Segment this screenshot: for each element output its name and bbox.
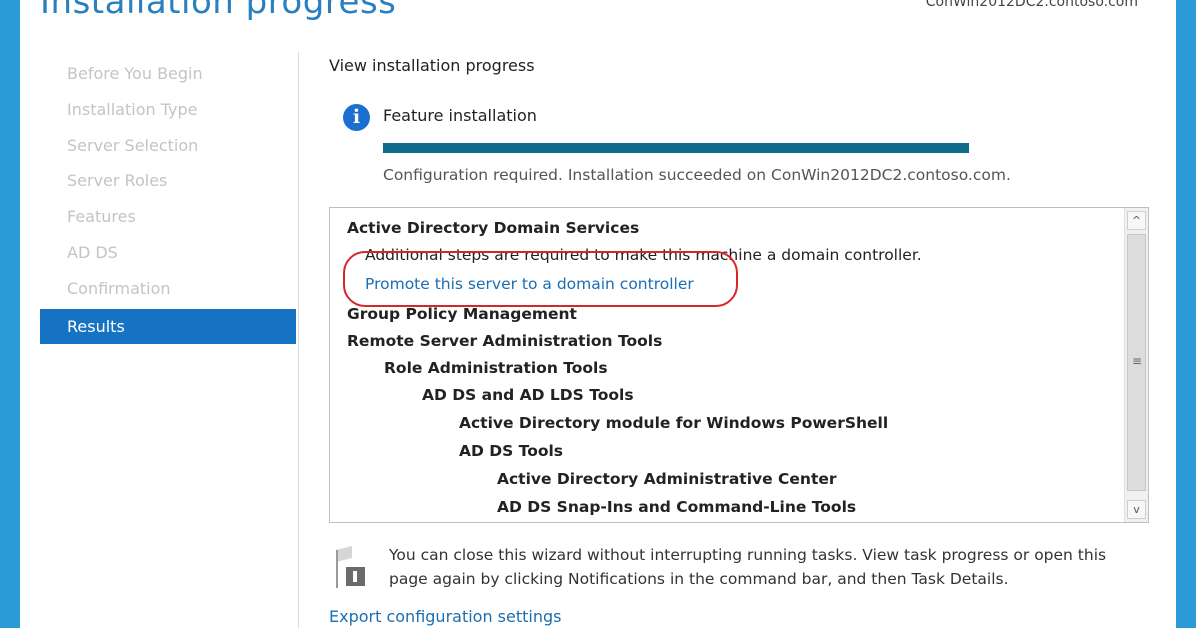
nav-item-installation-type: Installation Type [67, 99, 198, 119]
result-item-ad-ds: Active Directory Domain Services [347, 219, 640, 237]
promote-domain-controller-link[interactable]: Promote this server to a domain controll… [347, 268, 1118, 301]
nav-item-before-you-begin: Before You Begin [67, 64, 203, 83]
export-configuration-link[interactable]: Export configuration settings [329, 607, 561, 626]
nav-item-confirmation: Confirmation [67, 278, 171, 298]
installation-status: Configuration required. Installation suc… [383, 166, 1011, 184]
result-message: Additional steps are required to make th… [365, 246, 922, 264]
result-item-ad-admin-center: Active Directory Administrative Center [497, 470, 837, 488]
results-list: Active Directory Domain Services Additio… [347, 214, 1118, 521]
feature-installation-title: Feature installation [383, 106, 537, 125]
progress-fill [383, 143, 969, 153]
page-title: Installation progress [40, 0, 397, 22]
nav-item-server-selection: Server Selection [67, 135, 199, 155]
wizard-close-note: You can close this wizard without interr… [389, 546, 1107, 588]
nav-item-features: Features [67, 207, 136, 227]
nav-item-results[interactable]: Results [40, 308, 296, 344]
grip-icon: ≡ [1132, 354, 1143, 368]
result-item-ad-ds-tools: AD DS Tools [459, 442, 564, 460]
result-item-rsat: Remote Server Administration Tools [347, 332, 663, 350]
flag-icon [332, 546, 372, 588]
window-frame-left [0, 0, 20, 628]
info-icon: i [343, 104, 370, 131]
window-frame-right [1176, 0, 1196, 628]
result-item-group-policy: Group Policy Management [347, 305, 577, 323]
nav-divider [298, 52, 299, 628]
result-item-ad-ds-lds-tools: AD DS and AD LDS Tools [422, 386, 634, 404]
result-item-role-admin-tools: Role Administration Tools [384, 359, 608, 377]
result-item-snap-ins: AD DS Snap-Ins and Command-Line Tools [497, 498, 857, 516]
scroll-up-arrow-icon[interactable]: ^ [1127, 211, 1146, 230]
results-scrollbar[interactable]: ^ ≡ v [1124, 208, 1148, 522]
nav-item-server-roles: Server Roles [67, 171, 168, 191]
results-list-box[interactable]: Active Directory Domain Services Additio… [329, 207, 1149, 523]
scroll-down-arrow-icon[interactable]: v [1127, 500, 1146, 519]
result-item-ad-powershell-module: Active Directory module for Windows Powe… [459, 414, 889, 432]
scrollbar-thumb[interactable]: ≡ [1127, 234, 1146, 491]
destination-server-name: ConWin2012DC2.contoso.com [925, 0, 1138, 10]
wizard-nav: Before You Begin Installation Type Serve… [40, 56, 296, 344]
nav-item-ad-ds: AD DS [67, 242, 118, 262]
installation-progress-bar [383, 143, 969, 153]
section-label: View installation progress [329, 56, 535, 75]
